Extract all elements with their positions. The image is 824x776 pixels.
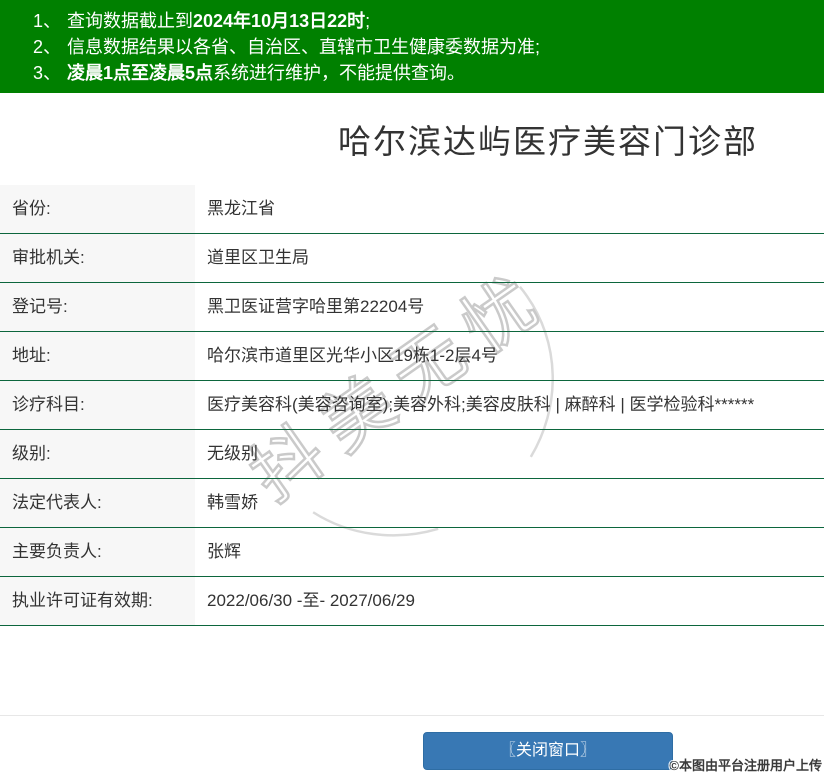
close-window-button[interactable]: 〖关闭窗口〗 xyxy=(423,732,673,770)
row-label: 登记号: xyxy=(0,283,195,331)
table-row: 地址: 哈尔滨市道里区光华小区19栋1-2层4号 xyxy=(0,332,824,381)
copyright: ©本图由平台注册用户上传 xyxy=(669,758,822,773)
notice-text: 信息数据结果以各省、自治区、直辖市卫生健康委数据为准; xyxy=(67,37,541,57)
row-value: 2022/06/30 -至- 2027/06/29 xyxy=(207,591,415,610)
notice-number: 1、 xyxy=(33,11,62,31)
row-label: 省份: xyxy=(0,185,195,233)
notice-text: 系统进行维护，不能提供查询。 xyxy=(213,63,466,83)
table-row: 诊疗科目: 医疗美容科(美容咨询室);美容外科;美容皮肤科 | 麻醉科 | 医学检… xyxy=(0,381,824,430)
row-label: 地址: xyxy=(0,332,195,380)
row-value: 张辉 xyxy=(207,542,241,561)
row-value: 韩雪娇 xyxy=(207,493,258,512)
notice-text-bold: 2024年10月13日22时 xyxy=(193,11,366,31)
notice-number: 2、 xyxy=(33,37,62,57)
row-label: 法定代表人: xyxy=(0,479,195,527)
row-value: 无级别 xyxy=(207,444,258,463)
table-row: 登记号: 黑卫医证营字哈里第22204号 xyxy=(0,283,824,332)
table-row: 审批机关: 道里区卫生局 xyxy=(0,234,824,283)
row-value: 医疗美容科(美容咨询室);美容外科;美容皮肤科 | 麻醉科 | 医学检验科***… xyxy=(207,395,755,414)
notice-banner: 1、 查询数据截止到2024年10月13日22时; 2、 信息数据结果以各省、自治区… xyxy=(0,0,824,93)
row-label: 诊疗科目: xyxy=(0,381,195,429)
notice-text: 查询数据截止到 xyxy=(67,11,194,31)
info-table: 省份: 黑龙江省 审批机关: 道里区卫生局 登记号: 黑卫医证营字哈里第22204号 … xyxy=(0,185,824,626)
row-value: 道里区卫生局 xyxy=(207,248,309,267)
page-title: 哈尔滨达屿医疗美容门诊部 xyxy=(338,123,758,160)
row-label: 主要负责人: xyxy=(0,528,195,576)
notice-text: ; xyxy=(365,11,371,31)
row-value: 哈尔滨市道里区光华小区19栋1-2层4号 xyxy=(207,346,498,365)
table-row: 级别: 无级别 xyxy=(0,430,824,479)
notice-text-bold: 凌晨1点至凌晨5点 xyxy=(67,63,214,83)
row-value: 黑卫医证营字哈里第22204号 xyxy=(207,297,425,316)
notice-line-2: 2、 信息数据结果以各省、自治区、直辖市卫生健康委数据为准; xyxy=(33,34,814,60)
table-row: 省份: 黑龙江省 xyxy=(0,185,824,234)
row-value: 黑龙江省 xyxy=(207,199,275,218)
table-row: 执业许可证有效期: 2022/06/30 -至- 2027/06/29 xyxy=(0,577,824,626)
table-row: 法定代表人: 韩雪娇 xyxy=(0,479,824,528)
title-section: 哈尔滨达屿医疗美容门诊部 xyxy=(0,93,824,185)
row-label: 审批机关: xyxy=(0,234,195,282)
row-label: 执业许可证有效期: xyxy=(0,577,195,625)
table-row: 主要负责人: 张辉 xyxy=(0,528,824,577)
info-table-wrap: 抖美无忧 省份: 黑龙江省 审批机关: 道里区卫生局 登记号: 黑卫医证营字哈里第22… xyxy=(0,185,824,626)
notice-line-3: 3、 凌晨1点至凌晨5点系统进行维护，不能提供查询。 xyxy=(33,60,814,86)
row-label: 级别: xyxy=(0,430,195,478)
notice-number: 3、 xyxy=(33,63,62,83)
footer: 〖关闭窗口〗 ©本图由平台注册用户上传 xyxy=(0,715,824,776)
notice-line-1: 1、 查询数据截止到2024年10月13日22时; xyxy=(33,8,814,34)
